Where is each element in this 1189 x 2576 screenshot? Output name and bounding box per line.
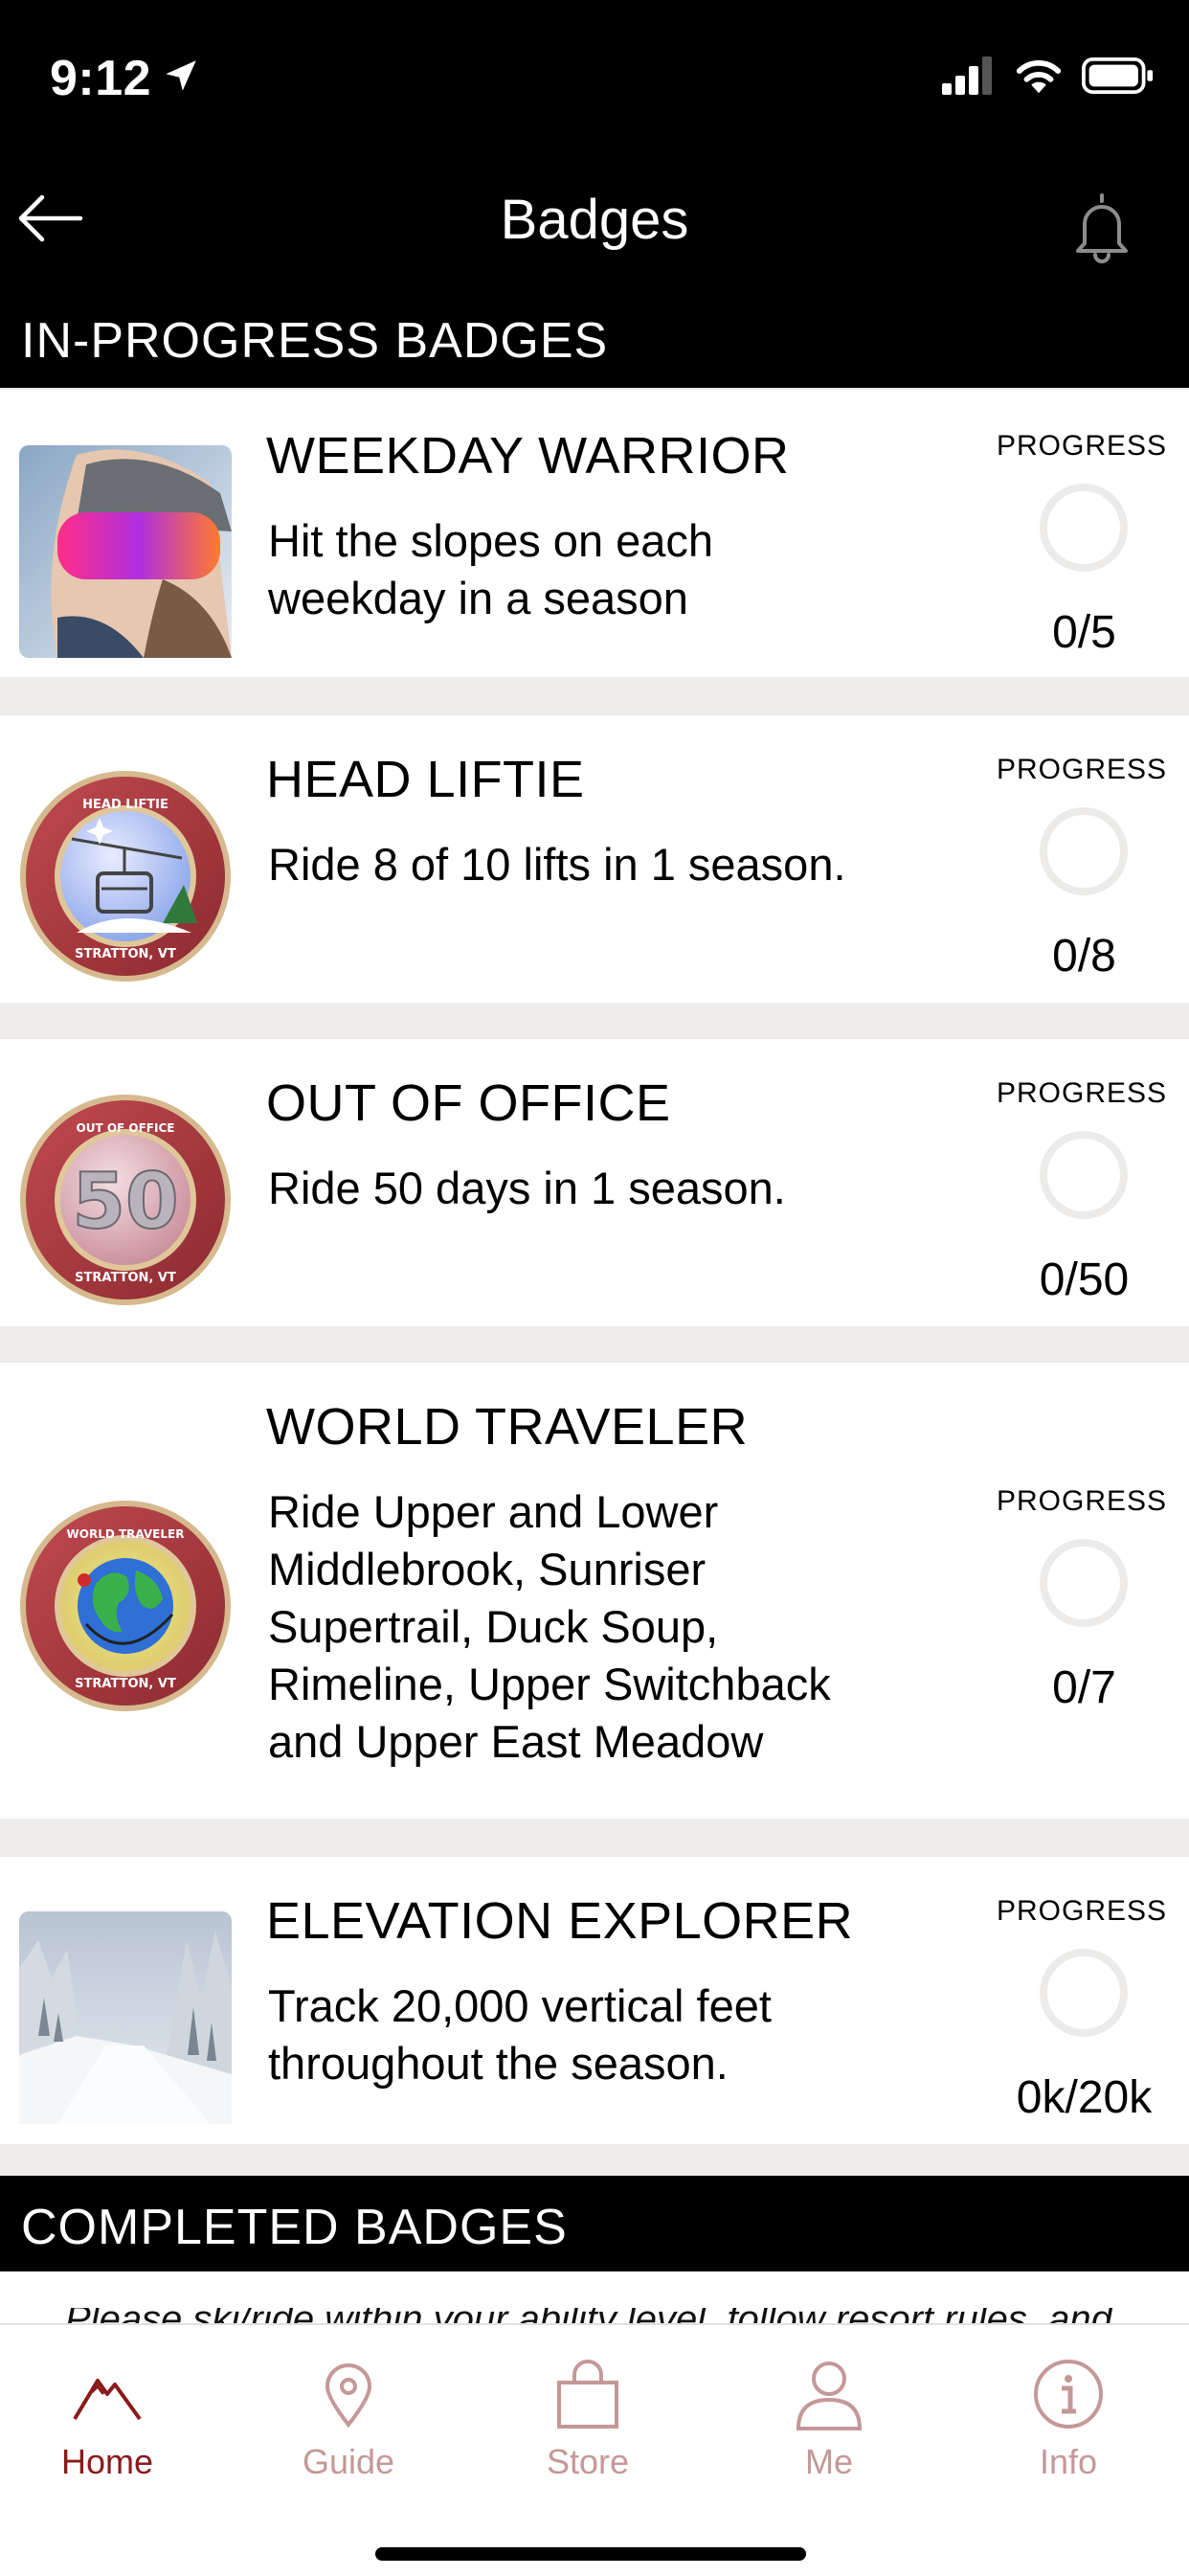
out-of-office-emblem: 50 OUT OF OFFICE STRATTON, VT <box>20 1095 231 1305</box>
progress-value: 0k/20k <box>1016 2072 1153 2123</box>
notification-bell-icon[interactable] <box>1068 188 1135 264</box>
separator <box>0 1326 1189 1361</box>
progress-label: PROGRESS <box>996 1485 1168 1517</box>
badge-card-out-of-office[interactable]: 50 OUT OF OFFICE STRATTON, VT OUT OF OFF… <box>0 1037 1189 1328</box>
svg-text:HEAD LIFTIE: HEAD LIFTIE <box>82 798 168 812</box>
person-icon <box>796 2361 863 2430</box>
shopping-bag-icon <box>557 2360 618 2429</box>
badge-card-weekday-warrior[interactable]: WEEKDAY WARRIOR Hit the slopes on each w… <box>0 388 1189 679</box>
progress-ring <box>1040 1539 1128 1627</box>
tab-store[interactable]: Store <box>492 2356 684 2482</box>
progress-value: 0/50 <box>1039 1254 1130 1305</box>
completed-section-header: COMPLETED BADGES <box>0 2176 1189 2271</box>
badge-title: WEEKDAY WARRIOR <box>266 427 790 485</box>
badge-description: Ride Upper and Lower Middlebrook, Sunris… <box>268 1486 831 1767</box>
tab-me[interactable]: Me <box>733 2356 925 2482</box>
svg-text:STRATTON, VT: STRATTON, VT <box>75 947 176 961</box>
battery-icon <box>1082 57 1154 94</box>
svg-text:OUT OF OFFICE: OUT OF OFFICE <box>77 1121 175 1135</box>
progress-value: 0/7 <box>1052 1662 1116 1713</box>
separator <box>0 1003 1189 1037</box>
separator <box>0 677 1189 713</box>
progress-ring <box>1040 1131 1128 1219</box>
progress-ring <box>1040 484 1128 572</box>
map-pin-icon <box>325 2363 372 2429</box>
cellular-signal-icon <box>942 56 992 95</box>
info-icon <box>1034 2360 1103 2429</box>
badge-description: Track 20,000 vertical feet throughout th… <box>268 1980 772 2089</box>
badge-description: Ride 8 of 10 lifts in 1 season. <box>268 839 846 890</box>
progress-label: PROGRESS <box>996 1077 1168 1109</box>
goggles-photo-thumbnail <box>19 445 232 658</box>
page-title: Badges <box>500 189 689 251</box>
progress-ring <box>1040 807 1128 895</box>
completed-section-label: COMPLETED BADGES <box>21 2200 568 2255</box>
separator <box>0 1819 1189 1855</box>
progress-label: PROGRESS <box>996 430 1168 462</box>
badge-title: ELEVATION EXPLORER <box>266 1892 854 1950</box>
wifi-icon <box>1016 60 1062 94</box>
in-progress-section-header: IN-PROGRESS BADGES <box>21 313 609 369</box>
progress-ring <box>1040 1949 1128 2037</box>
tab-info[interactable]: Info <box>973 2356 1164 2482</box>
snowy-trail-photo-thumbnail <box>19 1911 232 2124</box>
svg-text:STRATTON, VT: STRATTON, VT <box>75 1677 176 1691</box>
tab-label: Info <box>1039 2442 1098 2481</box>
badge-description: Ride 50 days in 1 season. <box>268 1163 786 1213</box>
bottom-tab-bar: Home Guide Store Me Info <box>0 2323 1189 2576</box>
badge-card-elevation-explorer[interactable]: ELEVATION EXPLORER Track 20,000 vertical… <box>0 1855 1189 2146</box>
badge-title: OUT OF OFFICE <box>266 1074 671 1132</box>
progress-value: 0/8 <box>1052 931 1116 982</box>
progress-value: 0/5 <box>1052 607 1116 658</box>
badge-title: HEAD LIFTIE <box>266 751 585 808</box>
svg-text:50: 50 <box>72 1157 178 1246</box>
badge-description: Hit the slopes on each weekday in a seas… <box>268 515 714 623</box>
top-bar: 9:12 Badges IN-PROGRESS BADGES <box>0 0 1189 388</box>
tab-label: Me <box>804 2442 853 2481</box>
tab-home[interactable]: Home <box>11 2356 203 2482</box>
badge-card-head-liftie[interactable]: HEAD LIFTIE STRATTON, VT HEAD LIFTIE Rid… <box>0 713 1189 1005</box>
tab-label: Guide <box>302 2442 395 2481</box>
location-arrow-icon <box>166 60 196 91</box>
tab-label: Store <box>546 2442 630 2481</box>
separator <box>0 2144 1189 2176</box>
progress-label: PROGRESS <box>996 754 1168 785</box>
mountain-icon <box>73 2379 142 2421</box>
head-liftie-emblem: HEAD LIFTIE STRATTON, VT <box>20 771 231 982</box>
home-indicator <box>375 2547 806 2561</box>
badge-card-world-traveler[interactable]: WORLD TRAVELER STRATTON, VT WORLD TRAVEL… <box>0 1361 1189 1820</box>
status-time: 9:12 <box>50 51 152 106</box>
badge-title: WORLD TRAVELER <box>266 1398 749 1456</box>
svg-text:WORLD TRAVELER: WORLD TRAVELER <box>67 1527 185 1541</box>
tab-label: Home <box>60 2442 154 2481</box>
progress-label: PROGRESS <box>996 1895 1168 1927</box>
world-traveler-emblem: WORLD TRAVELER STRATTON, VT <box>20 1501 231 1711</box>
svg-text:STRATTON, VT: STRATTON, VT <box>75 1271 176 1285</box>
tab-guide[interactable]: Guide <box>253 2356 444 2482</box>
